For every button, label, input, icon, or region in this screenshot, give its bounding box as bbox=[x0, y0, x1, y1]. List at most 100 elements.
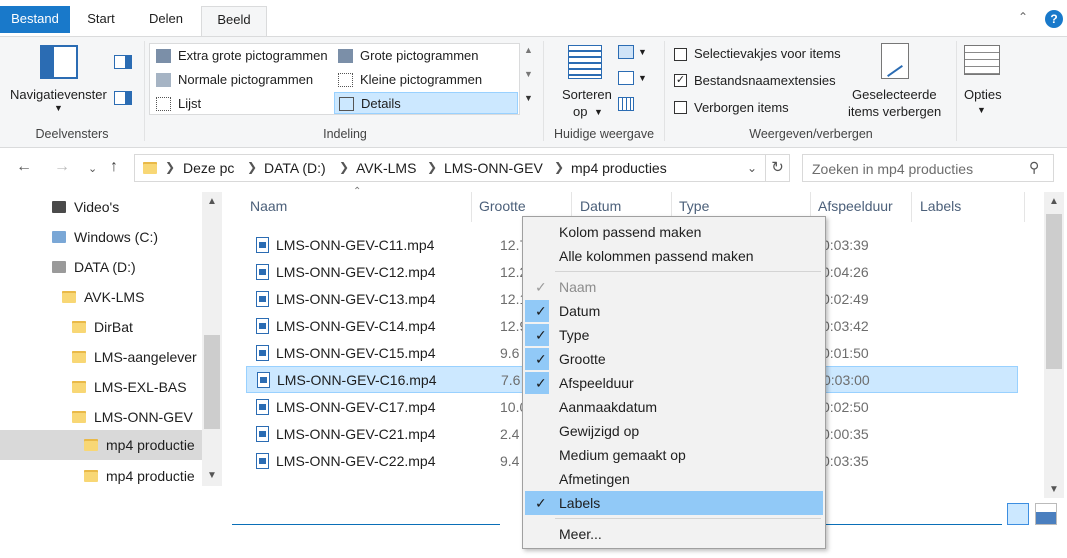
nav-item-dirbat[interactable]: DirBat bbox=[72, 312, 133, 342]
checkbox-hidden-items[interactable] bbox=[674, 101, 687, 114]
menu-item-created-date[interactable]: Aanmaakdatum bbox=[525, 395, 823, 419]
menu-item-modified[interactable]: Gewijzigd op bbox=[525, 419, 823, 443]
chevron-down-icon[interactable]: ▼ bbox=[638, 73, 647, 83]
layout-extra-large-icons[interactable]: Extra grote pictogrammen bbox=[152, 45, 328, 67]
menu-item-date[interactable]: ✓ Datum bbox=[525, 299, 823, 323]
file-list-scrollbar-thumb[interactable] bbox=[1046, 214, 1062, 369]
status-divider bbox=[826, 524, 1002, 525]
column-header-duration[interactable]: Afspeelduur bbox=[818, 198, 893, 214]
column-header-date[interactable]: Datum bbox=[580, 198, 621, 214]
nav-item-avk-lms[interactable]: AVK-LMS bbox=[62, 282, 144, 312]
help-icon[interactable]: ? bbox=[1045, 10, 1063, 28]
hide-selected-button[interactable]: Geselecteerde bbox=[852, 87, 937, 102]
nav-item-data-d[interactable]: DATA (D:) bbox=[52, 252, 136, 282]
hide-selected-icon[interactable] bbox=[881, 43, 909, 79]
breadcrumb-separator[interactable]: ❯ bbox=[247, 160, 257, 174]
column-header-type[interactable]: Type bbox=[679, 198, 709, 214]
breadcrumb-separator[interactable]: ❯ bbox=[554, 160, 564, 174]
preview-pane-icon[interactable] bbox=[114, 55, 132, 69]
sort-icon[interactable] bbox=[568, 45, 602, 79]
tab-view[interactable]: Beeld bbox=[201, 6, 267, 37]
layout-details[interactable]: Details bbox=[334, 92, 518, 114]
tab-start[interactable]: Start bbox=[75, 6, 127, 36]
back-arrow-icon[interactable]: ← bbox=[16, 158, 32, 176]
column-header-name[interactable]: Naam bbox=[250, 198, 287, 214]
status-divider bbox=[232, 524, 500, 525]
large-icons-view-toggle-icon[interactable] bbox=[1035, 503, 1057, 525]
chevron-up-icon[interactable]: ⌃ bbox=[1018, 10, 1028, 24]
menu-item-size[interactable]: ✓ Grootte bbox=[525, 347, 823, 371]
menu-item-type[interactable]: ✓ Type bbox=[525, 323, 823, 347]
menu-item-dimensions[interactable]: Afmetingen bbox=[525, 467, 823, 491]
chevron-down-icon[interactable]: ▼ bbox=[638, 47, 647, 57]
gallery-expand-icon[interactable]: ▼ bbox=[524, 93, 533, 103]
address-bar[interactable]: ❯ Deze pc ❯ DATA (D:) ❯ AVK-LMS ❯ LMS-ON… bbox=[134, 154, 766, 182]
scroll-down-arrow-icon[interactable]: ▼ bbox=[207, 470, 217, 481]
menu-item-fit-column[interactable]: Kolom passend maken bbox=[525, 220, 823, 244]
options-icon[interactable] bbox=[964, 45, 1000, 75]
video-file-icon bbox=[256, 237, 269, 253]
column-divider[interactable] bbox=[471, 192, 472, 222]
layout-list[interactable]: Lijst bbox=[152, 93, 201, 115]
hidden-items-label[interactable]: Verborgen items bbox=[694, 100, 789, 115]
nav-item-videos[interactable]: Video's bbox=[52, 192, 119, 222]
chevron-down-icon[interactable]: ⌄ bbox=[747, 161, 757, 175]
breadcrumb-this-pc[interactable]: Deze pc bbox=[183, 160, 234, 176]
file-name: LMS-ONN-GEV-C21.mp4 bbox=[276, 426, 436, 442]
sort-by-button[interactable]: Sorteren bbox=[562, 87, 612, 102]
nav-pane-button[interactable]: Navigatievenster bbox=[10, 87, 107, 102]
up-arrow-icon[interactable]: ↑ bbox=[110, 158, 118, 176]
breadcrumb-separator[interactable]: ❯ bbox=[339, 160, 349, 174]
nav-item-lms-onn-gev[interactable]: LMS-ONN-GEV bbox=[72, 402, 193, 432]
file-extensions-label[interactable]: Bestandsnaamextensies bbox=[694, 73, 836, 88]
group-by-icon[interactable] bbox=[618, 45, 634, 59]
scroll-down-arrow-icon[interactable]: ▼ bbox=[1049, 484, 1059, 495]
column-divider[interactable] bbox=[911, 192, 912, 222]
layout-small-icons[interactable]: Kleine pictogrammen bbox=[334, 69, 482, 91]
nav-item-lms-exl-bas[interactable]: LMS-EXL-BAS bbox=[72, 372, 187, 402]
scroll-up-arrow-icon[interactable]: ▲ bbox=[1049, 196, 1059, 207]
file-name: LMS-ONN-GEV-C15.mp4 bbox=[276, 345, 436, 361]
nav-item-windows-c[interactable]: Windows (C:) bbox=[52, 222, 158, 252]
size-columns-icon[interactable] bbox=[618, 97, 634, 111]
breadcrumb-separator[interactable]: ❯ bbox=[427, 160, 437, 174]
breadcrumb-lms-onn-gev[interactable]: LMS-ONN-GEV bbox=[444, 160, 543, 176]
breadcrumb-separator[interactable]: ❯ bbox=[165, 160, 175, 174]
breadcrumb-avk-lms[interactable]: AVK-LMS bbox=[356, 160, 416, 176]
scroll-up-arrow-icon[interactable]: ▲ bbox=[207, 196, 217, 207]
details-pane-icon[interactable] bbox=[114, 91, 132, 105]
menu-item-more[interactable]: Meer... bbox=[525, 522, 823, 546]
breadcrumb-mp4-producties[interactable]: mp4 producties bbox=[571, 160, 667, 176]
refresh-icon[interactable]: ↻ bbox=[766, 154, 790, 182]
options-button[interactable]: Opties bbox=[964, 87, 1002, 102]
chevron-down-icon[interactable]: ▼ bbox=[54, 103, 63, 113]
menu-item-duration[interactable]: ✓ Afspeelduur bbox=[525, 371, 823, 395]
nav-pane-icon[interactable] bbox=[40, 45, 78, 79]
add-columns-icon[interactable] bbox=[618, 71, 634, 85]
video-file-icon bbox=[257, 372, 270, 388]
column-header-size[interactable]: Grootte bbox=[479, 198, 526, 214]
column-header-labels[interactable]: Labels bbox=[920, 198, 961, 214]
nav-item-mp4-producties[interactable]: mp4 productie bbox=[84, 461, 195, 491]
menu-item-fit-all-columns[interactable]: Alle kolommen passend maken bbox=[525, 244, 823, 268]
layout-large-icons[interactable]: Grote pictogrammen bbox=[334, 45, 479, 67]
checkbox-file-extensions[interactable]: ✓ bbox=[674, 74, 687, 87]
menu-item-labels[interactable]: ✓ Labels bbox=[525, 491, 823, 515]
tab-file[interactable]: Bestand bbox=[0, 6, 70, 33]
forward-arrow-icon[interactable]: → bbox=[54, 158, 70, 176]
nav-scrollbar-thumb[interactable] bbox=[204, 335, 220, 429]
checkbox-item-checkboxes[interactable] bbox=[674, 48, 687, 61]
menu-item-media-created[interactable]: Medium gemaakt op bbox=[525, 443, 823, 467]
layout-normal-icons[interactable]: Normale pictogrammen bbox=[152, 69, 313, 91]
tab-share[interactable]: Delen bbox=[134, 6, 198, 36]
gallery-scroll-down-icon[interactable]: ▼ bbox=[524, 69, 533, 79]
item-checkboxes-label[interactable]: Selectievakjes voor items bbox=[694, 46, 841, 61]
gallery-scroll-up-icon[interactable]: ▲ bbox=[524, 45, 533, 55]
search-input[interactable]: Zoeken in mp4 producties ⚲ bbox=[802, 154, 1054, 182]
column-divider[interactable] bbox=[1024, 192, 1025, 222]
recent-locations-chevron-icon[interactable]: ⌄ bbox=[88, 162, 97, 175]
details-view-toggle-icon[interactable] bbox=[1007, 503, 1029, 525]
breadcrumb-data-drive[interactable]: DATA (D:) bbox=[264, 160, 326, 176]
nav-item-mp4-producties-selected[interactable]: mp4 productie bbox=[0, 430, 202, 460]
nav-item-lms-aangelever[interactable]: LMS-aangelever bbox=[72, 342, 197, 372]
